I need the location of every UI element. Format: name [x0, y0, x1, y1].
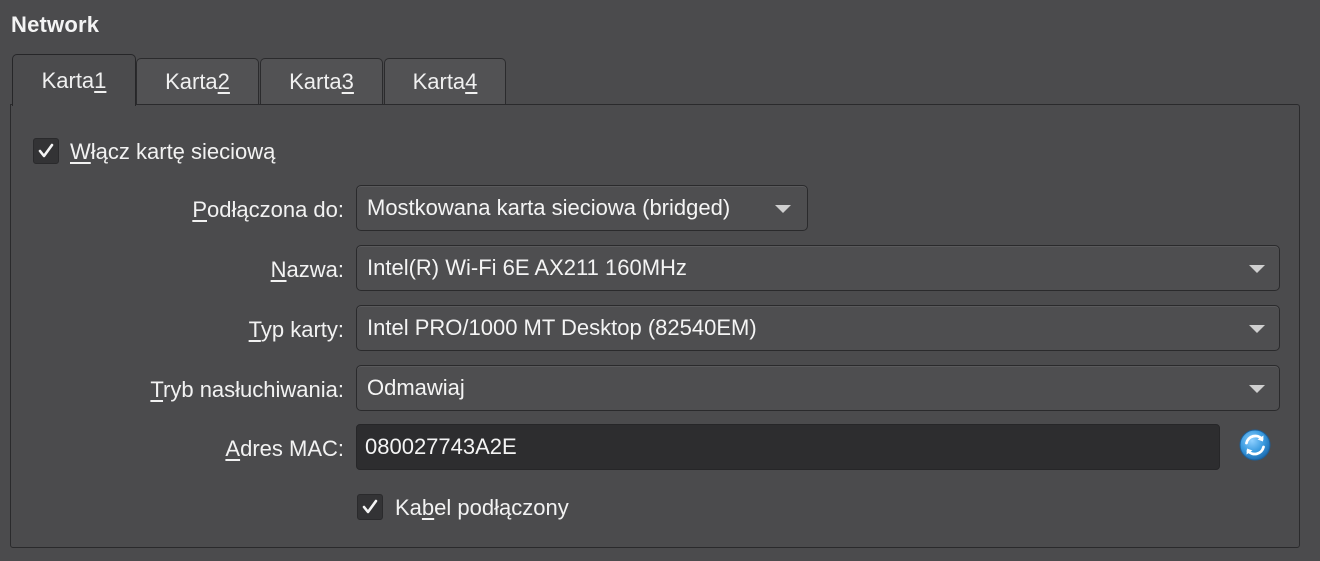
tab-adapter-3[interactable]: Karta 3: [260, 58, 383, 104]
check-icon: [362, 499, 378, 514]
label-text: ryb nasłuchiwania:: [163, 377, 344, 402]
adapter-type-label: Typ karty:: [249, 317, 344, 343]
chevron-down-icon: [775, 205, 791, 213]
mnemonic-letter: T: [248, 317, 261, 342]
tab-label-prefix: Karta: [412, 68, 466, 94]
tab-adapter-1[interactable]: Karta 1: [12, 54, 136, 106]
adapter-type-select[interactable]: Intel PRO/1000 MT Desktop (82540EM): [356, 305, 1280, 351]
tab-label-mnemonic: 4: [465, 68, 478, 94]
tab-label-prefix: Karta: [289, 68, 342, 94]
attached-to-select[interactable]: Mostkowana karta sieciowa (bridged): [356, 185, 808, 231]
network-settings-page: Network Karta 1 Karta 2 Karta 3 Karta 4 …: [0, 0, 1320, 561]
mac-address-label: Adres MAC:: [225, 436, 344, 462]
section-title: Network: [11, 12, 100, 37]
name-select[interactable]: Intel(R) Wi-Fi 6E AX211 160MHz: [356, 245, 1280, 291]
attached-to-label: Podłączona do:: [192, 197, 344, 223]
select-value: Intel(R) Wi-Fi 6E AX211 160MHz: [367, 255, 687, 280]
mnemonic-letter: b: [421, 495, 435, 520]
mac-address-value: 080027743A2E: [365, 434, 517, 459]
promiscuous-mode-label: Tryb nasłuchiwania:: [150, 377, 344, 403]
label-text: dres MAC:: [240, 436, 344, 461]
refresh-icon: [1239, 429, 1271, 461]
label-text: łącz kartę sieciową: [90, 139, 276, 164]
name-label: Nazwa:: [271, 257, 344, 283]
tab-label-mnemonic: 1: [94, 67, 107, 93]
enable-adapter-checkbox[interactable]: [33, 138, 59, 164]
tab-label-mnemonic: 3: [341, 68, 354, 94]
tab-label-prefix: Karta: [165, 68, 218, 94]
select-value: Intel PRO/1000 MT Desktop (82540EM): [367, 315, 757, 340]
tab-adapter-4[interactable]: Karta 4: [384, 58, 506, 104]
chevron-down-icon: [1249, 325, 1265, 333]
mnemonic-letter: T: [150, 377, 164, 402]
enable-adapter-label[interactable]: Włącz kartę sieciową: [70, 139, 275, 165]
tab-label-mnemonic: 2: [217, 68, 230, 94]
chevron-down-icon: [1249, 385, 1265, 393]
label-text: azwa:: [286, 257, 344, 282]
label-text: odłączona do:: [207, 197, 344, 222]
tab-adapter-2[interactable]: Karta 2: [136, 58, 259, 104]
mnemonic-letter: P: [192, 197, 207, 222]
mnemonic-letter: W: [70, 139, 91, 164]
mac-address-input[interactable]: 080027743A2E: [356, 424, 1220, 470]
select-value: Odmawiaj: [367, 375, 465, 400]
generate-mac-button[interactable]: [1237, 427, 1273, 463]
tab-label-prefix: Karta: [41, 67, 95, 93]
label-text: yp karty:: [260, 317, 344, 342]
cable-connected-checkbox[interactable]: [357, 494, 383, 520]
check-icon: [38, 143, 54, 158]
cable-connected-label[interactable]: Kabel podłączony: [395, 495, 569, 521]
promiscuous-mode-select[interactable]: Odmawiaj: [356, 365, 1280, 411]
select-value: Mostkowana karta sieciowa (bridged): [367, 195, 731, 220]
mnemonic-letter: N: [270, 257, 287, 282]
label-text: Ka: [395, 495, 422, 520]
mnemonic-letter: A: [225, 436, 241, 461]
chevron-down-icon: [1249, 265, 1265, 273]
label-text: el podłączony: [434, 495, 569, 520]
